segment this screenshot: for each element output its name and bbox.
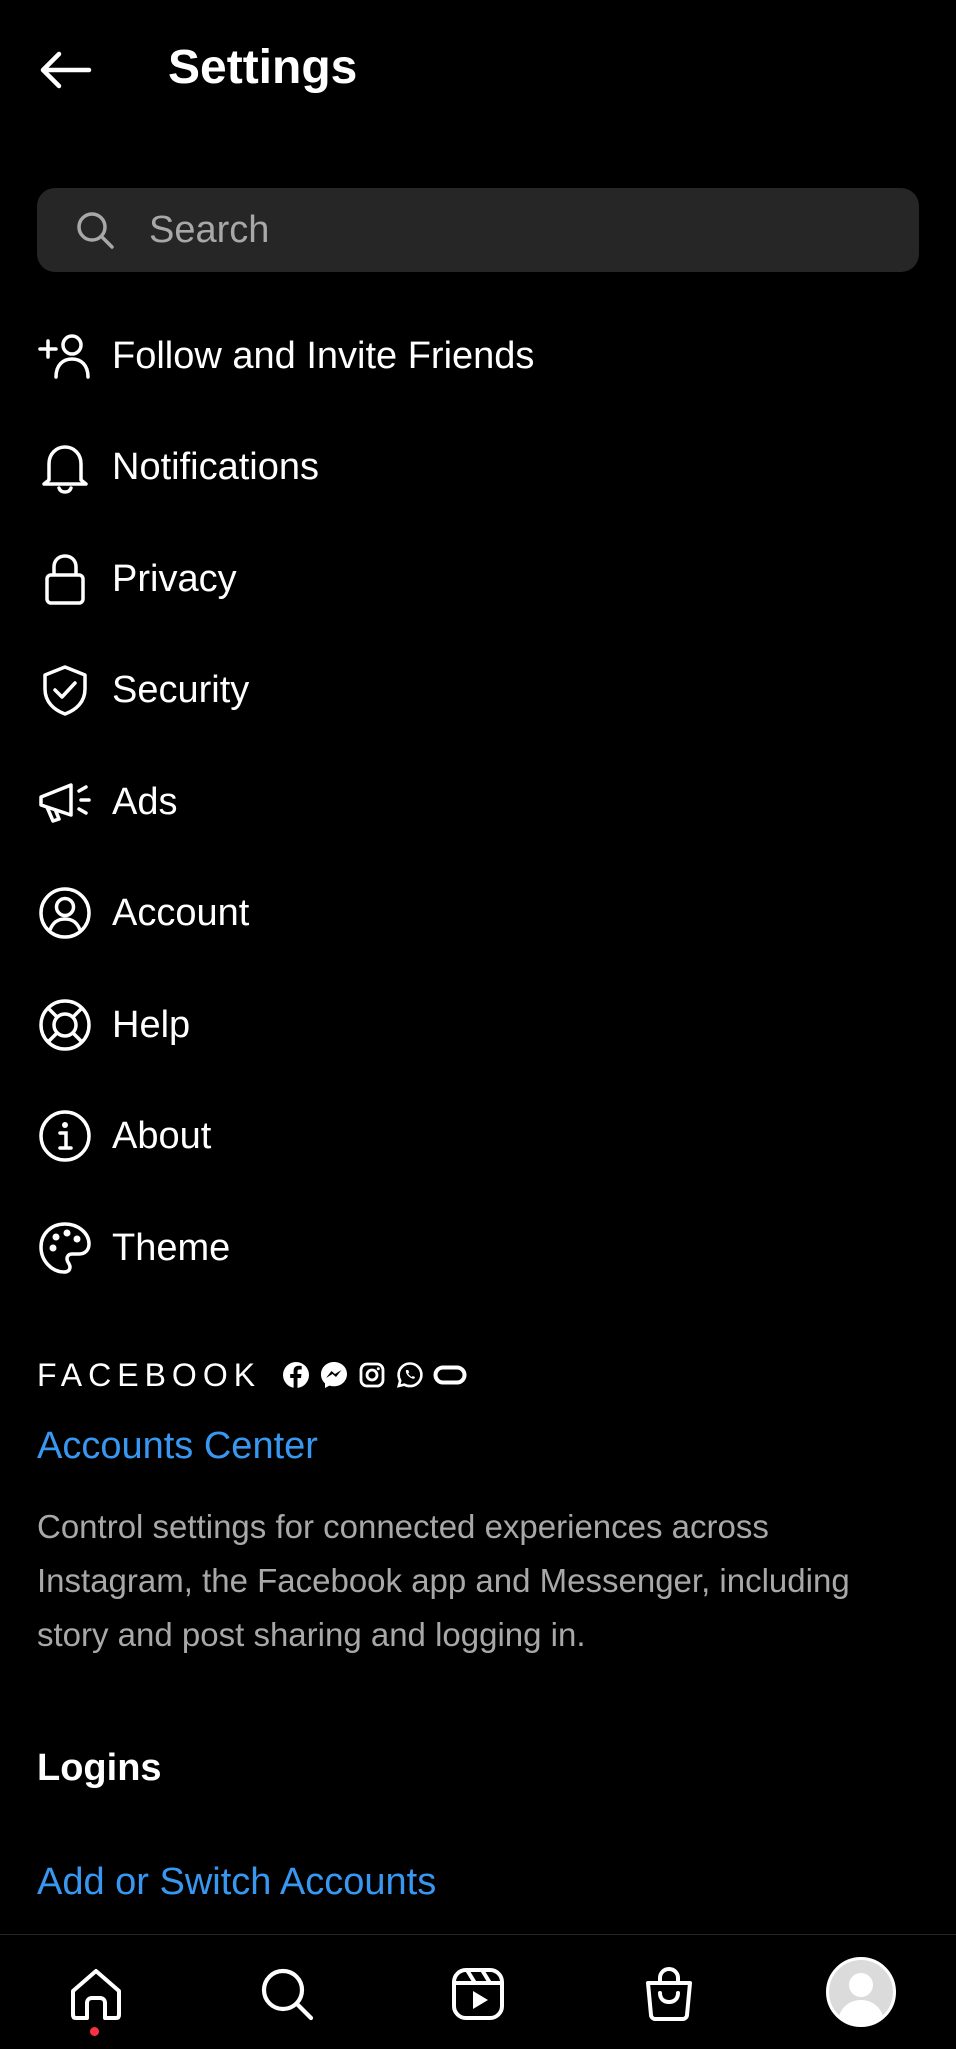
search-icon <box>261 1968 314 2021</box>
add-switch-accounts-link[interactable]: Add or Switch Accounts <box>37 1856 436 1908</box>
menu-item-privacy[interactable]: Privacy <box>0 523 956 635</box>
add-person-icon <box>36 327 94 385</box>
default-avatar-icon <box>829 1960 893 2024</box>
search-icon <box>77 212 114 249</box>
shield-check-icon <box>36 661 94 719</box>
menu-item-label: Security <box>112 669 250 712</box>
search-bar[interactable] <box>37 188 919 272</box>
menu-item-label: Account <box>112 892 250 935</box>
search-input[interactable] <box>149 188 889 272</box>
lifebuoy-icon <box>36 996 94 1054</box>
logins-heading: Logins <box>37 1747 162 1789</box>
menu-item-label: Privacy <box>112 557 237 600</box>
menu-item-about[interactable]: About <box>0 1081 956 1193</box>
facebook-wordmark: FACEBOOK <box>37 1356 262 1393</box>
menu-item-label: Theme <box>112 1226 231 1269</box>
palette-icon <box>36 1219 94 1277</box>
accounts-center-link[interactable]: Accounts Center <box>37 1420 318 1472</box>
shop-icon <box>646 1966 692 2021</box>
back-button[interactable] <box>30 40 100 100</box>
profile-avatar[interactable] <box>826 1957 896 2027</box>
settings-menu: Follow and Invite Friends Notifications … <box>0 300 956 1304</box>
messenger-icon <box>321 1362 348 1388</box>
header: Settings <box>0 0 956 140</box>
menu-item-follow-invite[interactable]: Follow and Invite Friends <box>0 300 956 412</box>
facebook-icon <box>283 1362 310 1388</box>
menu-item-ads[interactable]: Ads <box>0 746 956 858</box>
menu-item-label: Ads <box>112 780 178 823</box>
bell-icon <box>36 438 94 496</box>
menu-item-security[interactable]: Security <box>0 635 956 747</box>
nav-home-button[interactable] <box>61 1959 131 2029</box>
account-circle-icon <box>36 884 94 942</box>
accounts-center-description: Control settings for connected experienc… <box>37 1508 850 1653</box>
nav-shop-button[interactable] <box>634 1959 704 2029</box>
info-icon <box>36 1107 94 1165</box>
menu-item-account[interactable]: Account <box>0 858 956 970</box>
nav-reels-button[interactable] <box>443 1959 513 2029</box>
home-icon <box>71 1969 121 2020</box>
facebook-app-icons <box>281 1360 467 1390</box>
menu-item-label: Notifications <box>112 446 319 489</box>
bottom-nav <box>0 1934 956 2049</box>
menu-item-label: Follow and Invite Friends <box>112 334 535 377</box>
lock-icon <box>36 550 94 608</box>
arrow-left-icon <box>40 51 92 89</box>
oculus-icon <box>433 1365 467 1385</box>
notification-dot <box>90 2027 99 2036</box>
reels-icon <box>452 1968 504 2020</box>
menu-item-label: Help <box>112 1003 191 1046</box>
page-title: Settings <box>168 41 358 94</box>
instagram-icon <box>359 1362 385 1388</box>
menu-item-theme[interactable]: Theme <box>0 1192 956 1304</box>
whatsapp-icon <box>397 1362 423 1388</box>
megaphone-icon <box>36 773 94 831</box>
menu-item-label: About <box>112 1115 212 1158</box>
nav-search-button[interactable] <box>252 1959 322 2029</box>
facebook-row: FACEBOOK <box>37 1355 467 1395</box>
menu-item-notifications[interactable]: Notifications <box>0 412 956 524</box>
menu-item-help[interactable]: Help <box>0 969 956 1081</box>
